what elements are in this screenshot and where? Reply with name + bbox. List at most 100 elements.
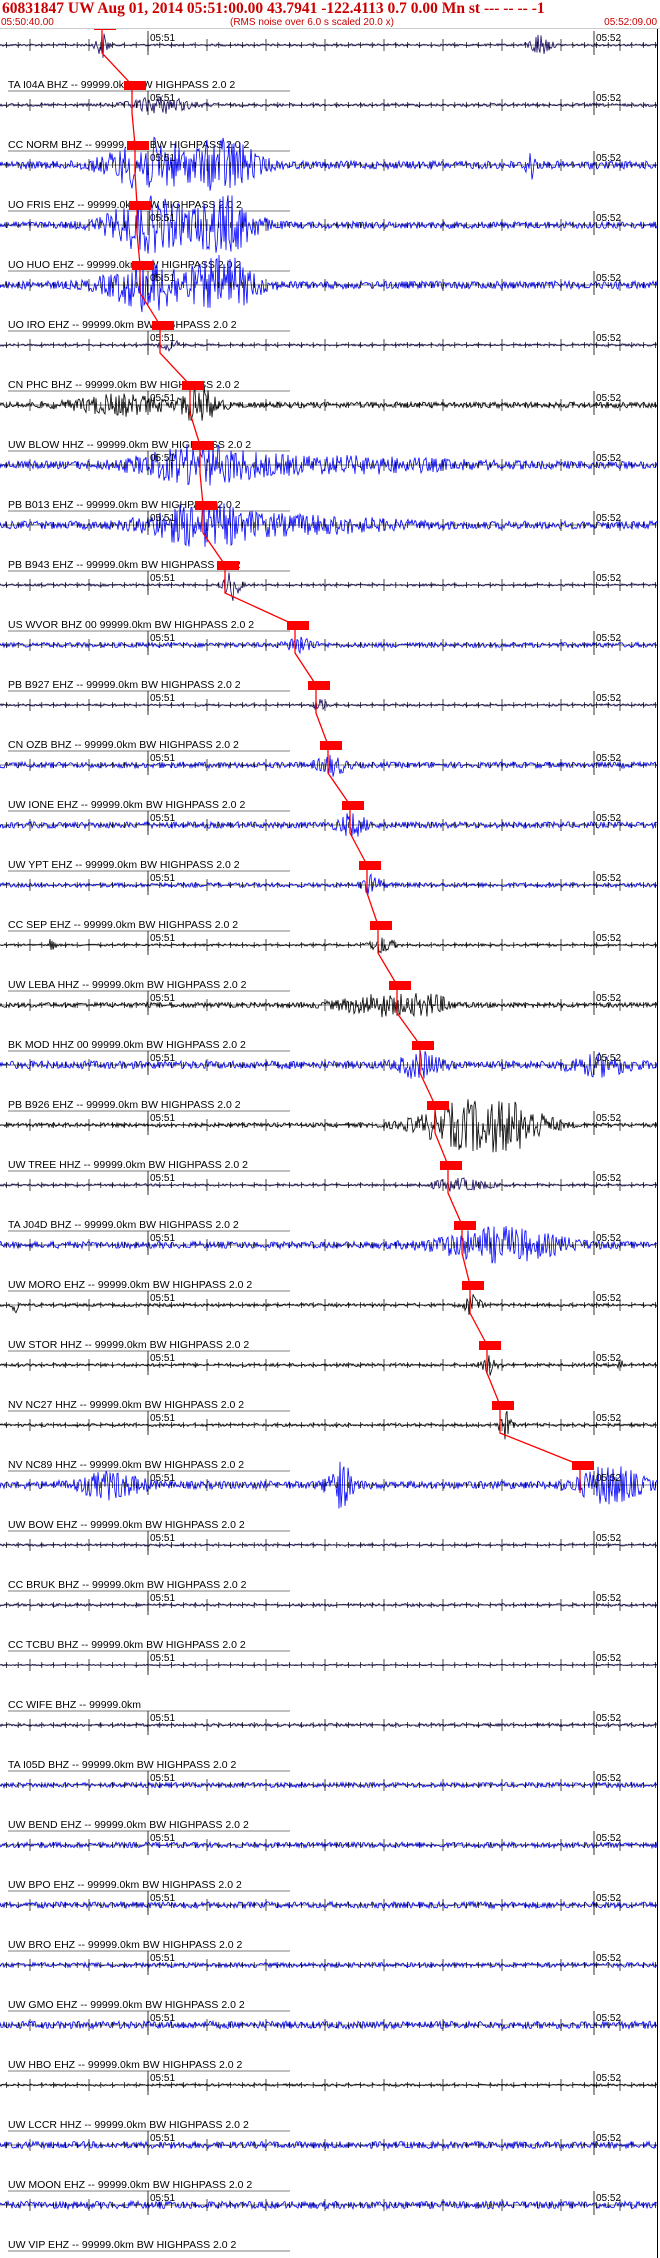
minute-label: 05:51 [150, 1533, 175, 1544]
minute-label: 05:52 [596, 393, 621, 404]
minute-label: 05:52 [596, 1713, 621, 1724]
station-label: UO HUO EHZ -- 99999.0km BW HIGHPASS 2.0 … [8, 259, 241, 271]
minute-label: 05:51 [150, 1593, 175, 1604]
trace-group: 05:51 05:52 TA I05D BHZ -- 99999.0km BW HI… [0, 1711, 657, 1772]
seismogram-panel: 05:51 05:52 TA I04A BHZ -- 99999.0km BW HI… [0, 29, 657, 2252]
trace-group: 05:51 05:52 PB B943 EHZ -- 99999.0km BW HI… [0, 501, 657, 572]
pick-flag [572, 1461, 594, 1470]
minute-label: 05:51 [150, 1833, 175, 1844]
station-label: UW VIP EHZ -- 99999.0km BW HIGHPASS 2.0 … [8, 2239, 237, 2251]
station-label: UW BPO EHZ -- 99999.0km BW HIGHPASS 2.0 … [8, 1879, 242, 1891]
rms-note: (RMS noise over 6.0 s scaled 20.0 x) [230, 17, 394, 28]
trace-group: 05:51 05:52 PB B927 EHZ -- 99999.0km BW HI… [0, 621, 657, 692]
minute-label: 05:52 [596, 1773, 621, 1784]
station-label: UO FRIS EHZ -- 99999.0km BW HIGHPASS 2.0… [8, 199, 242, 211]
pick-flag [192, 441, 214, 450]
station-label: UW BRO EHZ -- 99999.0km BW HIGHPASS 2.0 … [8, 1939, 243, 1951]
minute-label: 05:52 [596, 2013, 621, 2024]
station-label: BK MOD HHZ 00 99999.0km BW HIGHPASS 2.0 … [8, 1039, 246, 1051]
trace-group: 05:51 05:52 CN PHC BHZ -- 99999.0km BW HIG… [0, 321, 657, 392]
minute-label: 05:52 [596, 1593, 621, 1604]
minute-label: 05:52 [596, 573, 621, 584]
minute-label: 05:51 [150, 2133, 175, 2144]
station-label: UW IONE EHZ -- 99999.0km BW HIGHPASS 2.0… [8, 799, 245, 811]
minute-label: 05:52 [596, 813, 621, 824]
minute-label: 05:51 [150, 453, 175, 464]
event-title: 60831847 UW Aug 01, 2014 05:51:00.00 43.… [2, 0, 545, 17]
minute-label: 05:51 [150, 2073, 175, 2084]
minute-label: 05:51 [150, 153, 175, 164]
trace-group: 05:51 05:52 UW GMO EHZ -- 99999.0km BW HIG… [0, 1951, 657, 2012]
station-label: CN PHC BHZ -- 99999.0km BW HIGHPASS 2.0 … [8, 379, 240, 391]
minute-label: 05:52 [596, 1293, 621, 1304]
trace-group: 05:51 05:52 UW BLOW HHZ -- 99999.0km BW HI… [0, 381, 657, 452]
station-label: PB B943 EHZ -- 99999.0km BW HIGHPASS 2.0… [8, 559, 241, 571]
minute-label: 05:51 [150, 1713, 175, 1724]
trace-group: 05:51 05:52 UW BOW EHZ -- 99999.0km BW HIG… [0, 1461, 657, 1532]
minute-label: 05:51 [150, 1113, 175, 1124]
trace-group: 05:51 05:52 US WVOR BHZ 00 99999.0km BW HI… [0, 561, 657, 632]
minute-label: 05:52 [596, 2073, 621, 2084]
waveform-trace [0, 1294, 657, 1316]
trace-group: 05:51 05:52 UW LCCR HHZ -- 99999.0km BW HI… [0, 2071, 657, 2132]
station-label: PB B927 EHZ -- 99999.0km BW HIGHPASS 2.0… [8, 679, 241, 691]
trace-group: 05:51 05:52 NV NC27 HHZ -- 99999.0km BW HI… [0, 1341, 657, 1412]
minute-label: 05:52 [596, 1413, 621, 1424]
minute-label: 05:51 [150, 693, 175, 704]
pick-flag [389, 981, 411, 990]
station-label: UW HBO EHZ -- 99999.0km BW HIGHPASS 2.0 … [8, 2059, 243, 2071]
station-label: UW BEND EHZ -- 99999.0km BW HIGHPASS 2.0… [8, 1819, 249, 1831]
panel-right-border [657, 29, 658, 2258]
minute-label: 05:51 [150, 1653, 175, 1664]
minute-label: 05:52 [596, 453, 621, 464]
station-label: UW BOW EHZ -- 99999.0km BW HIGHPASS 2.0 … [8, 1519, 245, 1531]
trace-group: 05:51 05:52 PB B926 EHZ -- 99999.0km BW HI… [0, 1041, 657, 1112]
trace-group: 05:51 05:52 CC TCBU BHZ -- 99999.0km BW HI… [0, 1591, 657, 1652]
record-header: 60831847 UW Aug 01, 2014 05:51:00.00 43.… [0, 0, 660, 29]
pick-flag [370, 921, 392, 930]
station-label: US WVOR BHZ 00 99999.0km BW HIGHPASS 2.0… [8, 619, 254, 631]
trace-group: 05:51 05:52 CC WIFE BHZ -- 99999.0km [0, 1651, 657, 1712]
minute-label: 05:52 [596, 753, 621, 764]
minute-label: 05:52 [596, 273, 621, 284]
waveform-trace [0, 699, 657, 710]
minute-label: 05:52 [596, 93, 621, 104]
minute-label: 05:51 [150, 393, 175, 404]
trace-group: 05:51 05:52 CN OZB BHZ -- 99999.0km BW HIG… [0, 681, 657, 752]
minute-label: 05:52 [596, 1953, 621, 1964]
trace-group: 05:51 05:52 BK MOD HHZ 00 99999.0km BW HIG… [0, 981, 657, 1052]
minute-label: 05:51 [150, 1773, 175, 1784]
trace-group: 05:51 05:52 UW BPO EHZ -- 99999.0km BW HIG… [0, 1831, 657, 1892]
minute-label: 05:52 [596, 1833, 621, 1844]
minute-label: 05:52 [596, 1893, 621, 1904]
pick-flag [427, 1101, 449, 1110]
pick-flag [152, 321, 174, 330]
trace-group: 05:51 05:52 UW MOON EHZ -- 99999.0km BW HI… [0, 2131, 657, 2192]
pick-flag [440, 1161, 462, 1170]
minute-label: 05:51 [150, 753, 175, 764]
minute-label: 05:52 [596, 1353, 621, 1364]
pick-flag [308, 681, 330, 690]
trace-group: 05:51 05:52 NV NC89 HHZ -- 99999.0km BW HI… [0, 1401, 657, 1472]
station-label: UW LCCR HHZ -- 99999.0km BW HIGHPASS 2.0… [8, 2119, 249, 2131]
minute-label: 05:51 [150, 513, 175, 524]
station-label: CC BRUK BHZ -- 99999.0km BW HIGHPASS 2.0… [8, 1579, 247, 1591]
minute-label: 05:51 [150, 1173, 175, 1184]
minute-label: 05:52 [596, 933, 621, 944]
minute-label: 05:51 [150, 1953, 175, 1964]
window-end-time: 05:52:09.00 [604, 17, 657, 28]
pick-flag [94, 29, 116, 30]
trace-group: 05:51 05:52 TA I04A BHZ -- 99999.0km BW HI… [0, 29, 657, 92]
minute-label: 05:52 [596, 1653, 621, 1664]
minute-label: 05:52 [596, 213, 621, 224]
minute-label: 05:51 [150, 33, 175, 44]
minute-label: 05:51 [150, 1413, 175, 1424]
pick-flag [492, 1401, 514, 1410]
minute-label: 05:51 [150, 1353, 175, 1364]
pick-flag [182, 381, 204, 390]
minute-label: 05:51 [150, 2193, 175, 2204]
pick-flag [479, 1341, 501, 1350]
station-label: UW TREE HHZ -- 99999.0km BW HIGHPASS 2.0… [8, 1159, 248, 1171]
trace-group: 05:51 05:52 CC SEP EHZ -- 99999.0km BW HIG… [0, 861, 657, 932]
minute-label: 05:52 [596, 693, 621, 704]
